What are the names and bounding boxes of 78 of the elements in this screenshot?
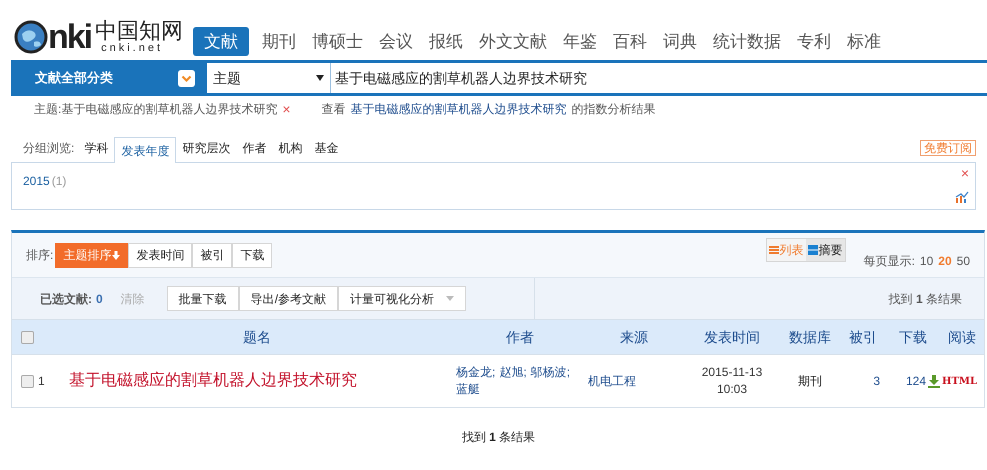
- action-button[interactable]: 导出/参考文献: [238, 286, 338, 311]
- column-header[interactable]: 题名: [58, 326, 456, 348]
- row-checkbox[interactable]: [21, 374, 34, 388]
- view-prefix: 查看: [322, 101, 346, 118]
- dropdown-icon: [178, 70, 195, 86]
- author-link[interactable]: 赵旭;: [499, 364, 527, 381]
- nav-tab[interactable]: 统计数据: [706, 26, 788, 56]
- table-cell-text: 期刊: [797, 373, 823, 390]
- page-size-label: 每页显示:: [864, 253, 915, 270]
- close-button[interactable]: ×: [960, 166, 969, 180]
- nav-tab[interactable]: 报纸: [422, 26, 470, 56]
- group-tab[interactable]: 研究层次: [176, 139, 236, 162]
- group-tab[interactable]: 发表年度: [114, 137, 176, 163]
- year-link[interactable]: 2015 (1): [23, 172, 66, 209]
- down-arrow-icon: [112, 250, 120, 260]
- author-link[interactable]: 杨金龙;: [456, 364, 496, 381]
- action-button[interactable]: 批量下载: [166, 286, 239, 311]
- nav-tab[interactable]: 词典: [656, 26, 704, 56]
- search-field[interactable]: 基于电磁感应的割草机器人边界技术研究: [331, 63, 987, 93]
- column-header[interactable]: 作者: [456, 326, 584, 348]
- search-condition: 主题:基于电磁感应的割草机器人边界技术研究: [34, 101, 278, 118]
- author-link[interactable]: 邬杨波;: [530, 364, 570, 381]
- page-size-option[interactable]: 10: [920, 252, 934, 270]
- cited-link[interactable]: 3: [840, 372, 886, 390]
- globe-logo-icon: [14, 20, 48, 54]
- author-link[interactable]: 蓝艇: [456, 381, 480, 398]
- caret-icon: [316, 75, 324, 81]
- group-tab[interactable]: 作者: [236, 139, 272, 162]
- nav-tab[interactable]: 外文文献: [472, 26, 554, 56]
- column-header[interactable]: 阅读: [940, 326, 984, 348]
- category-label: 文献全部分类: [35, 69, 113, 88]
- index-analysis-link[interactable]: 基于电磁感应的割草机器人边界技术研究: [350, 100, 567, 118]
- select-all-checkbox[interactable]: [21, 330, 34, 344]
- source-link[interactable]: 机电工程: [584, 372, 684, 390]
- column-header[interactable]: 来源: [584, 326, 684, 348]
- column-header[interactable]: 发表时间: [684, 326, 780, 348]
- logo-name: 中国知网: [95, 20, 184, 42]
- sort-button[interactable]: 被引: [192, 242, 232, 268]
- logo-text: nki: [48, 20, 92, 54]
- sort-button[interactable]: 发表时间: [128, 242, 192, 268]
- download-count[interactable]: 124: [906, 372, 926, 390]
- group-label: 分组浏览:: [22, 140, 76, 157]
- group-tab[interactable]: 机构: [272, 139, 308, 162]
- column-header[interactable]: 下载: [886, 326, 940, 348]
- column-header[interactable]: 数据库: [780, 326, 840, 348]
- title-link[interactable]: 基于电磁感应的割草机器人边界技术研究: [58, 369, 456, 393]
- column-header[interactable]: 被引: [840, 326, 886, 348]
- nav-tab[interactable]: 年鉴: [556, 26, 604, 56]
- nav-tab[interactable]: 博硕士: [305, 26, 370, 56]
- logo-domain: cnki.net: [100, 42, 164, 54]
- view-mode-button[interactable]: 摘要: [806, 239, 845, 261]
- group-tab[interactable]: 基金: [308, 139, 344, 162]
- field-select[interactable]: 主题: [207, 63, 331, 93]
- nav-tab[interactable]: 会议: [372, 26, 420, 56]
- group-tab[interactable]: 学科: [78, 139, 114, 162]
- chart-icon: [955, 191, 969, 203]
- summary-icon: [808, 245, 818, 255]
- sort-label: 排序:: [26, 247, 54, 264]
- download-icon: [928, 374, 940, 388]
- nav-tab[interactable]: 标准: [840, 26, 888, 56]
- page-size-option[interactable]: 50: [956, 252, 970, 270]
- caret-icon: [446, 296, 454, 301]
- nav-tab[interactable]: 百科: [606, 26, 654, 56]
- row-number: 1: [38, 373, 45, 390]
- nav-tab[interactable]: 期刊: [255, 26, 304, 56]
- selected-count: 0: [96, 290, 103, 308]
- html-link[interactable]: HTML: [940, 374, 984, 388]
- result-count: 找到 1 条结果: [888, 290, 962, 308]
- remove-button[interactable]: ×: [282, 98, 291, 120]
- list-icon: [768, 245, 779, 255]
- result-count: 找到 1 条结果: [462, 430, 536, 444]
- selected-label: 已选文献:: [40, 290, 92, 308]
- nav-tab[interactable]: 专利: [790, 26, 838, 56]
- table-cell-text: 2015-11-13 10:03: [700, 364, 764, 398]
- action-button[interactable]: 计量可视化分析: [338, 286, 466, 311]
- nav-tab[interactable]: 文献: [193, 26, 250, 56]
- view-suffix: 的指数分析结果: [572, 101, 656, 118]
- sort-button[interactable]: 下载: [232, 242, 272, 268]
